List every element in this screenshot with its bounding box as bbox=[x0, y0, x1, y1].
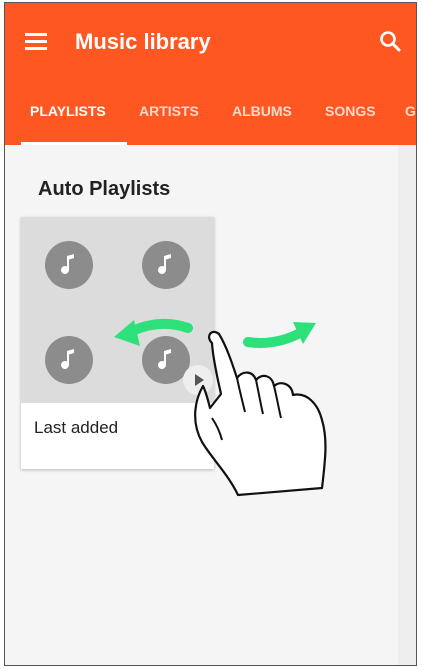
music-note-icon bbox=[45, 336, 93, 384]
music-note-icon bbox=[142, 241, 190, 289]
playlist-card-last-added[interactable]: Last added bbox=[21, 217, 214, 469]
app-window: Music library PLAYLISTS ARTISTS ALBUMS S… bbox=[4, 2, 417, 666]
tab-songs[interactable]: SONGS bbox=[325, 103, 376, 119]
next-page-edge bbox=[398, 145, 416, 665]
content-area[interactable]: Auto Playlists Last added bbox=[5, 145, 416, 665]
tab-artists[interactable]: ARTISTS bbox=[139, 103, 199, 119]
search-icon[interactable] bbox=[378, 29, 404, 55]
tab-bar: PLAYLISTS ARTISTS ALBUMS SONGS GE bbox=[5, 83, 416, 145]
play-icon[interactable] bbox=[183, 365, 213, 395]
tab-playlists[interactable]: PLAYLISTS bbox=[30, 103, 106, 119]
more-vert-icon[interactable] bbox=[196, 416, 206, 440]
section-title: Auto Playlists bbox=[38, 178, 171, 200]
hamburger-menu-icon[interactable] bbox=[25, 33, 47, 51]
playlist-title: Last added bbox=[34, 418, 119, 437]
app-bar: Music library bbox=[5, 3, 416, 83]
tab-albums[interactable]: ALBUMS bbox=[232, 103, 292, 119]
tab-genres[interactable]: GE bbox=[405, 103, 416, 119]
music-note-icon bbox=[45, 241, 93, 289]
page-title: Music library bbox=[75, 29, 211, 54]
